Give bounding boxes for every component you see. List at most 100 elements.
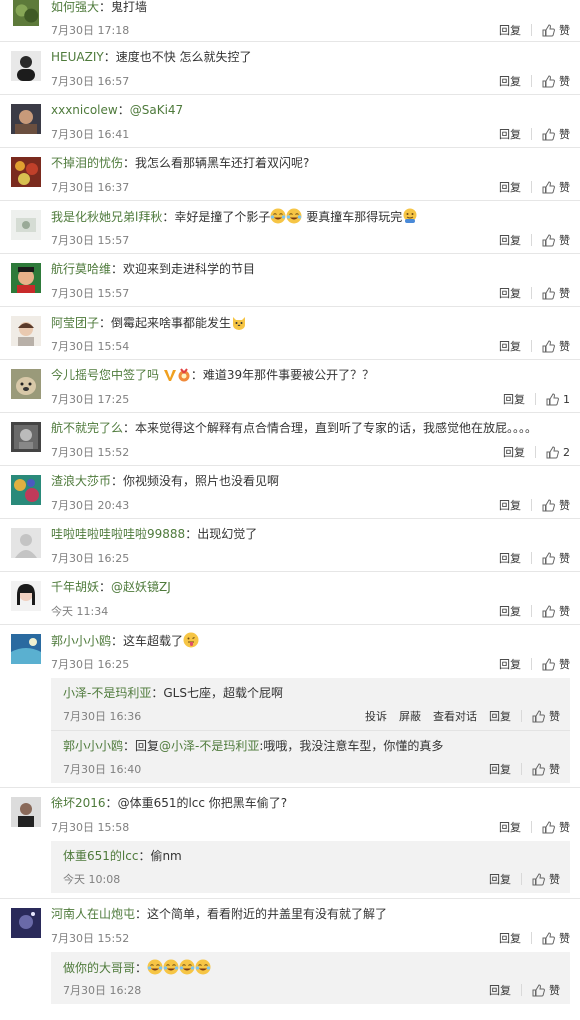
reply-button[interactable]: 回复 xyxy=(489,761,511,777)
avatar[interactable] xyxy=(11,797,41,827)
username-link[interactable]: xxxnicolew xyxy=(51,103,118,117)
reply-item: 小泽-不是玛利亚：GLS七座，超载个屁啊 7月30日 16:36 投诉 屏蔽 查… xyxy=(51,678,570,730)
thumbs-up-icon[interactable] xyxy=(542,180,555,194)
username-link[interactable]: 体重651的lcc xyxy=(63,849,138,863)
avatar[interactable] xyxy=(11,157,41,187)
block-button[interactable]: 屏蔽 xyxy=(399,708,421,724)
username-link[interactable]: 阿莹团子 xyxy=(51,316,99,330)
thumbs-up-icon[interactable] xyxy=(542,604,555,618)
like-count[interactable]: 1 xyxy=(563,393,570,406)
thumbs-up-icon[interactable] xyxy=(532,983,545,997)
thumbs-up-icon[interactable] xyxy=(542,498,555,512)
thumbs-up-icon[interactable] xyxy=(546,392,559,406)
like-count[interactable]: 2 xyxy=(563,446,570,459)
username-link[interactable]: 航行莫哈维 xyxy=(51,262,111,276)
mention-link[interactable]: @小泽-不是玛利亚 xyxy=(159,739,259,753)
like-count[interactable]: 赞 xyxy=(559,603,570,619)
username-link[interactable]: 我是化秋她兄弟l拜秋 xyxy=(51,210,162,224)
avatar[interactable] xyxy=(11,528,41,558)
like-count[interactable]: 赞 xyxy=(549,871,560,887)
like-count[interactable]: 赞 xyxy=(559,22,570,38)
username-link[interactable]: 哇啦哇啦哇啦哇啦99888 xyxy=(51,527,185,541)
username-link[interactable]: 千年胡妖 xyxy=(51,580,99,594)
thumbs-up-icon[interactable] xyxy=(542,339,555,353)
username-link[interactable]: 小泽-不是玛利亚 xyxy=(63,686,151,700)
reply-button[interactable]: 回复 xyxy=(489,982,511,998)
username-link[interactable]: HEUAZIY xyxy=(51,50,104,64)
username-link[interactable]: 不掉泪的忧伤 xyxy=(51,156,123,170)
avatar[interactable] xyxy=(11,0,41,26)
comment-time: 7月30日 15:57 xyxy=(51,287,130,300)
username-link[interactable]: 郭小小小鸥 xyxy=(51,634,111,648)
like-count[interactable]: 赞 xyxy=(559,73,570,89)
username-link[interactable]: 河南人在山炮屯 xyxy=(51,907,135,921)
reply-button[interactable]: 回复 xyxy=(503,391,525,407)
like-count[interactable]: 赞 xyxy=(549,708,560,724)
mention-link[interactable]: @SaKi47 xyxy=(130,103,183,117)
username-link[interactable]: 渣浪大莎币 xyxy=(51,474,111,488)
reply-button[interactable]: 回复 xyxy=(499,285,521,301)
mention-link[interactable]: @赵妖镜ZJ xyxy=(111,580,171,594)
avatar[interactable] xyxy=(11,908,41,938)
thumbs-up-icon[interactable] xyxy=(542,820,555,834)
avatar[interactable] xyxy=(11,369,41,399)
username-link[interactable]: 做你的大哥哥 xyxy=(63,961,135,975)
username-link[interactable]: 如何强大 xyxy=(51,0,99,14)
username-link[interactable]: 航不就完了么 xyxy=(51,421,123,435)
thumbs-up-icon[interactable] xyxy=(532,709,545,723)
reply-button[interactable]: 回复 xyxy=(503,444,525,460)
thumbs-up-icon[interactable] xyxy=(542,551,555,565)
like-count[interactable]: 赞 xyxy=(559,497,570,513)
like-count[interactable]: 赞 xyxy=(559,179,570,195)
like-count[interactable]: 赞 xyxy=(559,819,570,835)
username-link[interactable]: 徐坏2016 xyxy=(51,796,106,810)
thumbs-up-icon[interactable] xyxy=(542,233,555,247)
like-count[interactable]: 赞 xyxy=(549,761,560,777)
reply-button[interactable]: 回复 xyxy=(499,550,521,566)
like-count[interactable]: 赞 xyxy=(559,126,570,142)
reply-button[interactable]: 回复 xyxy=(499,22,521,38)
like-count[interactable]: 赞 xyxy=(559,285,570,301)
reply-button[interactable]: 回复 xyxy=(499,232,521,248)
username-link[interactable]: 今儿摇号您中签了吗 xyxy=(51,368,159,382)
like-count[interactable]: 赞 xyxy=(549,982,560,998)
like-count[interactable]: 赞 xyxy=(559,232,570,248)
comment-actions: 回复 1 xyxy=(503,391,570,407)
thumbs-up-icon[interactable] xyxy=(542,657,555,671)
thumbs-up-icon[interactable] xyxy=(542,127,555,141)
reply-button[interactable]: 回复 xyxy=(489,871,511,887)
thumbs-up-icon[interactable] xyxy=(542,74,555,88)
report-button[interactable]: 投诉 xyxy=(365,708,387,724)
avatar[interactable] xyxy=(11,104,41,134)
reply-button[interactable]: 回复 xyxy=(499,179,521,195)
thumbs-up-icon[interactable] xyxy=(542,931,555,945)
reply-button[interactable]: 回复 xyxy=(499,603,521,619)
thumbs-up-icon[interactable] xyxy=(542,23,555,37)
view-dialog-button[interactable]: 查看对话 xyxy=(433,708,477,724)
reply-button[interactable]: 回复 xyxy=(499,126,521,142)
thumbs-up-icon[interactable] xyxy=(532,872,545,886)
reply-button[interactable]: 回复 xyxy=(499,930,521,946)
reply-button[interactable]: 回复 xyxy=(499,656,521,672)
like-count[interactable]: 赞 xyxy=(559,338,570,354)
like-count[interactable]: 赞 xyxy=(559,550,570,566)
reply-button[interactable]: 回复 xyxy=(499,497,521,513)
reply-button[interactable]: 回复 xyxy=(499,338,521,354)
reply-button[interactable]: 回复 xyxy=(499,819,521,835)
avatar[interactable] xyxy=(11,422,41,452)
like-count[interactable]: 赞 xyxy=(559,656,570,672)
avatar[interactable] xyxy=(11,634,41,664)
avatar[interactable] xyxy=(11,263,41,293)
thumbs-up-icon[interactable] xyxy=(542,286,555,300)
reply-button[interactable]: 回复 xyxy=(489,708,511,724)
reply-button[interactable]: 回复 xyxy=(499,73,521,89)
avatar[interactable] xyxy=(11,475,41,505)
thumbs-up-icon[interactable] xyxy=(546,445,559,459)
thumbs-up-icon[interactable] xyxy=(532,762,545,776)
avatar[interactable] xyxy=(11,51,41,81)
like-count[interactable]: 赞 xyxy=(559,930,570,946)
username-link[interactable]: 郭小小小鸥 xyxy=(63,739,123,753)
avatar[interactable] xyxy=(11,581,41,611)
avatar[interactable] xyxy=(11,210,41,240)
avatar[interactable] xyxy=(11,316,41,346)
